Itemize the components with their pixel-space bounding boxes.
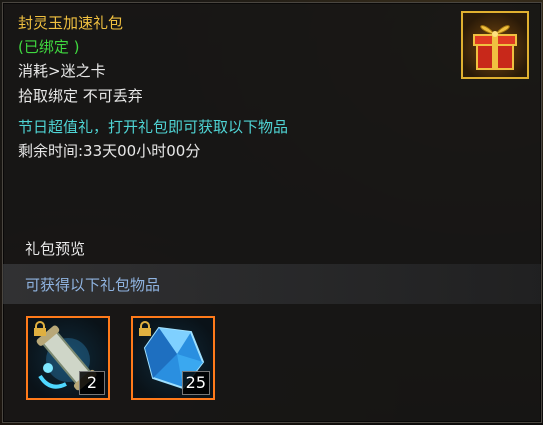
bound-status: (已绑定 ) [18,38,80,56]
item-tooltip: 封灵玉加速礼包 (已绑定 ) 消耗>迷之卡 拾取绑定 不可丢弃 节日超值礼，打开… [2,2,542,423]
reward-slot-scroll[interactable]: 2 [26,316,110,400]
pickup-rule: 拾取绑定 不可丢弃 [18,87,143,105]
item-count: 2 [79,371,105,395]
lock-icon [34,321,46,336]
gift-preview-label: 礼包预览 [25,240,86,258]
remaining-time: 剩余时间:33天00小时00分 [18,142,201,160]
item-title: 封灵玉加速礼包 [18,14,124,32]
item-count: 25 [181,371,210,395]
consume-requirement: 消耗>迷之卡 [18,62,106,80]
obtainable-items-text: 可获得以下礼包物品 [25,276,161,294]
obtainable-items-band: 可获得以下礼包物品 [3,264,541,304]
reward-slot-crystal[interactable]: 25 [131,316,215,400]
festival-description: 节日超值礼，打开礼包即可获取以下物品 [18,118,289,136]
lock-icon [139,321,151,336]
gift-box-icon [461,11,529,79]
